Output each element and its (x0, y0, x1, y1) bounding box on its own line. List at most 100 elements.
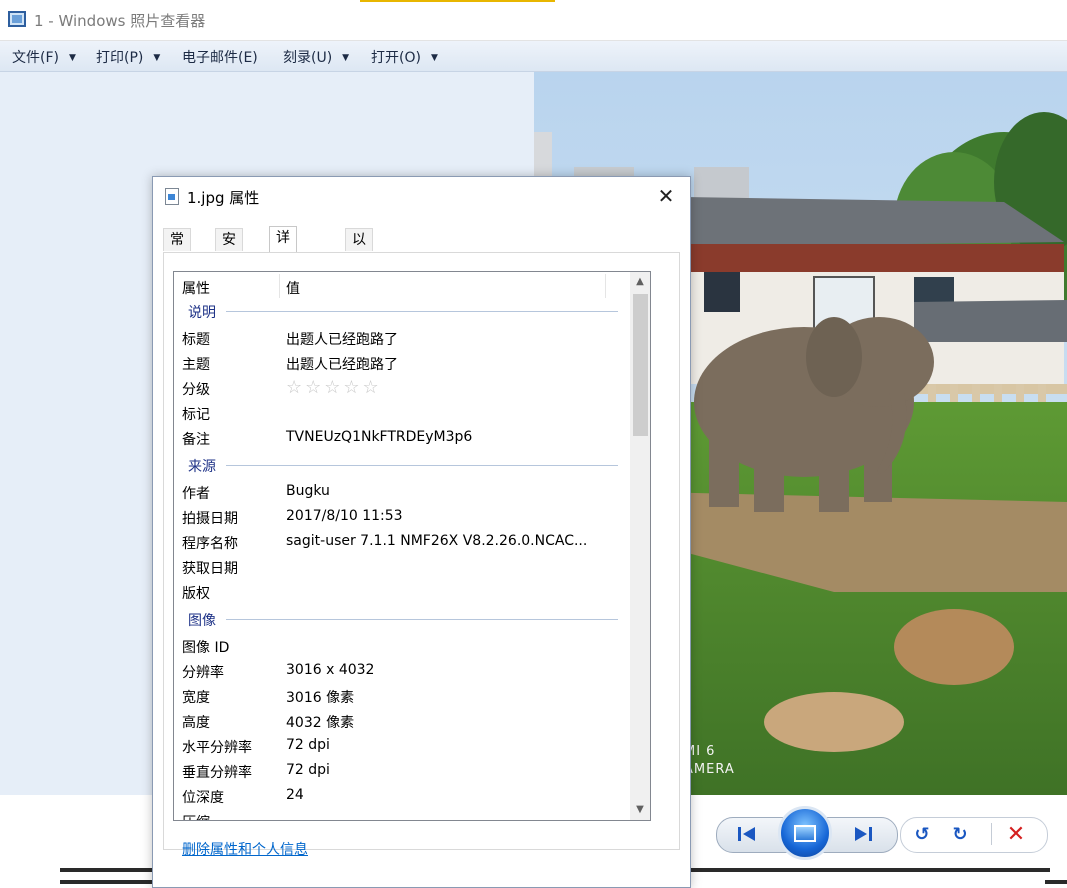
window-title: 1 - Windows 照片查看器 (34, 12, 206, 30)
property-row[interactable]: 作者 Bugku (174, 481, 629, 506)
property-value: 72 dpi (286, 762, 330, 778)
tab-security[interactable]: 安全 (215, 228, 243, 271)
property-value: 2017/8/10 11:53 (286, 508, 403, 524)
menu-print-label: 打印(P) (96, 50, 144, 66)
column-header-value[interactable]: 值 (286, 278, 300, 298)
menu-open[interactable]: 打开(O) ▼ (371, 47, 438, 67)
column-divider[interactable] (605, 274, 606, 298)
property-value: TVNEUzQ1NkFTRDEyM3p6 (286, 429, 473, 445)
photo-viewer-icon (8, 11, 26, 27)
group-header-image: 图像 (186, 610, 618, 630)
property-row[interactable]: 分级 ☆☆☆☆☆ (174, 377, 629, 402)
next-icon[interactable] (846, 822, 880, 846)
property-key: 版权 (182, 586, 210, 602)
property-row[interactable]: 版权 (174, 581, 629, 606)
property-value: 24 (286, 787, 304, 803)
remove-properties-link[interactable]: 删除属性和个人信息 (182, 839, 308, 859)
tab-previous-versions[interactable]: 以前的版本 (345, 228, 373, 340)
property-key: 拍摄日期 (182, 511, 238, 527)
tab-details[interactable]: 详细信息 (269, 226, 297, 315)
property-key: 垂直分辨率 (182, 765, 252, 781)
property-row[interactable]: 标题 出题人已经跑路了 (174, 327, 629, 352)
menu-file[interactable]: 文件(F) ▼ (12, 47, 76, 67)
property-row[interactable]: 主题 出题人已经跑路了 (174, 352, 629, 377)
group-header-description: 说明 (186, 302, 618, 322)
property-row[interactable]: 拍摄日期 2017/8/10 11:53 (174, 506, 629, 531)
property-row[interactable]: 压缩 (174, 810, 629, 820)
rotate-counterclockwise-icon[interactable]: ↺ (908, 822, 936, 846)
scrollbar-thumb[interactable] (633, 294, 648, 436)
menu-burn-label: 刻录(U) (283, 50, 333, 66)
property-value: Bugku (286, 483, 330, 499)
chevron-down-icon: ▼ (68, 53, 76, 63)
dialog-title: 1.jpg 属性 (187, 189, 260, 207)
menu-print[interactable]: 打印(P) ▼ (96, 47, 160, 67)
property-row[interactable]: 位深度 24 (174, 785, 629, 810)
property-row[interactable]: 备注 TVNEUzQ1NkFTRDEyM3p6 (174, 427, 629, 452)
chevron-down-icon: ▼ (342, 53, 350, 63)
property-row[interactable]: 标记 (174, 402, 629, 427)
delete-icon[interactable]: ✕ (1002, 821, 1030, 847)
property-row[interactable]: 程序名称 sagit-user 7.1.1 NMF26X V8.2.26.0.N… (174, 531, 629, 556)
group-header-origin: 来源 (186, 456, 618, 476)
property-row[interactable]: 分辨率 3016 x 4032 (174, 660, 629, 685)
dialog-titlebar: 1.jpg 属性 ✕ (153, 177, 690, 215)
chevron-down-icon: ▼ (430, 53, 438, 63)
chevron-down-icon: ▼ (153, 53, 161, 63)
divider (226, 465, 618, 466)
property-key: 获取日期 (182, 561, 238, 577)
group-label: 图像 (188, 610, 222, 630)
menu-open-label: 打开(O) (371, 50, 421, 66)
decorative-shadow (690, 868, 1050, 872)
property-value: 3016 x 4032 (286, 662, 375, 678)
vertical-scrollbar[interactable]: ▲ ▼ (630, 272, 650, 820)
menu-email-label: 电子邮件(E) (182, 50, 258, 66)
property-key: 压缩 (182, 812, 210, 820)
divider (226, 311, 618, 312)
window-titlebar: 1 - Windows 照片查看器 (0, 0, 1067, 41)
divider (226, 619, 618, 620)
column-divider[interactable] (279, 274, 280, 298)
property-key: 宽度 (182, 690, 210, 706)
scroll-up-icon[interactable]: ▲ (630, 272, 650, 292)
property-value: 3016 像素 (286, 690, 355, 706)
property-key: 备注 (182, 432, 210, 448)
property-key: 作者 (182, 486, 210, 502)
property-value: sagit-user 7.1.1 NMF26X V8.2.26.0.NCAC..… (286, 533, 588, 549)
property-row[interactable]: 水平分辨率 72 dpi (174, 735, 629, 760)
scroll-down-icon[interactable]: ▼ (630, 800, 650, 820)
list-header: 属性 值 (174, 272, 629, 299)
menu-email[interactable]: 电子邮件(E) (182, 47, 258, 67)
close-icon[interactable]: ✕ (652, 183, 680, 209)
rating-stars-icon[interactable]: ☆☆☆☆☆ (286, 377, 382, 398)
property-row[interactable]: 高度 4032 像素 (174, 710, 629, 735)
property-key: 分辨率 (182, 665, 224, 681)
property-value: 4032 像素 (286, 715, 355, 731)
slideshow-picture-glyph (794, 824, 816, 842)
column-header-property[interactable]: 属性 (182, 278, 210, 298)
menu-burn[interactable]: 刻录(U) ▼ (283, 47, 349, 67)
property-row[interactable]: 图像 ID (174, 635, 629, 660)
property-key: 主题 (182, 357, 210, 373)
property-key: 标题 (182, 332, 210, 348)
menu-file-label: 文件(F) (12, 50, 59, 66)
previous-icon[interactable] (730, 822, 764, 846)
tab-general[interactable]: 常规 (163, 228, 191, 271)
property-key: 图像 ID (182, 640, 230, 656)
property-key: 位深度 (182, 790, 224, 806)
group-label: 说明 (188, 302, 222, 322)
property-row[interactable]: 垂直分辨率 72 dpi (174, 760, 629, 785)
title-accent-strip (360, 0, 555, 2)
photo-watermark-line2: AMERA (684, 762, 735, 777)
slideshow-icon[interactable] (778, 806, 832, 860)
rotate-clockwise-icon[interactable]: ↻ (946, 822, 974, 846)
group-label: 来源 (188, 456, 222, 476)
property-value: 出题人已经跑路了 (286, 332, 398, 348)
property-list[interactable]: 属性 值 说明 标题 出题人已经跑路了 主题 出题人已经跑路了 分级 ☆☆☆☆☆… (173, 271, 651, 821)
property-key: 水平分辨率 (182, 740, 252, 756)
property-key: 程序名称 (182, 536, 238, 552)
decorative-shadow (1045, 880, 1067, 884)
property-row[interactable]: 获取日期 (174, 556, 629, 581)
control-separator (991, 823, 992, 845)
property-row[interactable]: 宽度 3016 像素 (174, 685, 629, 710)
